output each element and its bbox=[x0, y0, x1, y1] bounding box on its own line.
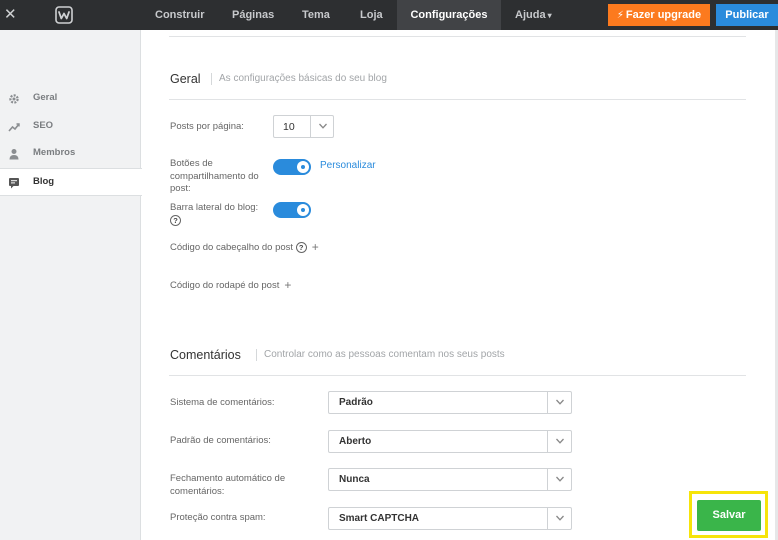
sidebar-item-label: SEO bbox=[33, 120, 54, 131]
section-title-comentarios: Comentários bbox=[170, 348, 241, 362]
sidebar-item-label: Geral bbox=[33, 92, 58, 103]
caret-down-icon: ▾ bbox=[547, 11, 552, 20]
section-description-geral: As configurações básicas do seu blog bbox=[211, 73, 387, 85]
divider bbox=[169, 36, 746, 37]
spam-protection-label: Proteção contra spam: bbox=[170, 512, 266, 523]
nav-tema[interactable]: Tema bbox=[302, 0, 330, 30]
toggle-knob bbox=[297, 204, 309, 216]
posts-per-page-value: 10 bbox=[283, 121, 295, 133]
customize-link[interactable]: Personalizar bbox=[320, 160, 376, 171]
chevron-down-icon bbox=[556, 399, 564, 405]
comment-system-select[interactable]: Padrão bbox=[328, 391, 572, 414]
post-header-code-label: Código do cabeçalho do post bbox=[170, 241, 294, 253]
divider bbox=[169, 375, 746, 376]
chevron-down-icon bbox=[556, 438, 564, 444]
save-button[interactable]: Salvar bbox=[697, 500, 761, 531]
upgrade-button[interactable]: ⚡ Fazer upgrade bbox=[608, 4, 710, 26]
auto-close-label: Fechamento automático de comentários: bbox=[170, 473, 286, 497]
settings-sidebar: Geral SEO Membros Blog bbox=[0, 30, 142, 540]
comment-system-value: Padrão bbox=[339, 397, 373, 408]
publish-button[interactable]: Publicar bbox=[716, 4, 778, 26]
spam-protection-value: Smart CAPTCHA bbox=[339, 513, 420, 524]
lightning-icon: ⚡ bbox=[616, 10, 624, 21]
weebly-logo-icon[interactable] bbox=[55, 6, 73, 24]
close-icon[interactable]: ✕ bbox=[4, 6, 17, 22]
post-footer-code-row[interactable]: Código do rodapé do post + bbox=[170, 279, 291, 292]
sidebar-item-seo[interactable]: SEO bbox=[0, 114, 141, 140]
sidebar-item-label: Blog bbox=[33, 176, 55, 187]
posts-per-page-label: Posts por página: bbox=[170, 121, 244, 132]
posts-per-page-select[interactable]: 10 bbox=[273, 115, 334, 138]
sidebar-item-label: Membros bbox=[33, 147, 76, 158]
post-header-code-row[interactable]: Código do cabeçalho do post ? + bbox=[170, 241, 319, 254]
sidebar-item-blog[interactable]: Blog bbox=[0, 168, 142, 196]
blog-sidebar-toggle[interactable] bbox=[273, 202, 311, 218]
auto-close-select[interactable]: Nunca bbox=[328, 468, 572, 491]
trend-icon bbox=[8, 123, 20, 132]
dropdown-arrow bbox=[547, 469, 571, 490]
chevron-down-icon bbox=[556, 515, 564, 521]
spam-protection-select[interactable]: Smart CAPTCHA bbox=[328, 507, 572, 530]
help-icon[interactable]: ? bbox=[295, 241, 307, 253]
nav-ajuda-label: Ajuda bbox=[515, 9, 546, 21]
blog-sidebar-label: Barra lateral do blog:? bbox=[170, 202, 258, 227]
dropdown-arrow bbox=[310, 116, 334, 137]
nav-loja[interactable]: Loja bbox=[360, 0, 383, 30]
section-title-geral: Geral bbox=[170, 72, 201, 86]
share-buttons-label: Botões de compartilhamento do post: bbox=[170, 158, 259, 194]
comment-default-select[interactable]: Aberto bbox=[328, 430, 572, 453]
nav-construir[interactable]: Construir bbox=[155, 0, 205, 30]
top-bar: ✕ Construir Páginas Tema Loja Configuraç… bbox=[0, 0, 778, 30]
nav-ajuda[interactable]: Ajuda ▾ bbox=[515, 0, 552, 30]
chevron-down-icon bbox=[556, 476, 564, 482]
comment-default-label: Padrão de comentários: bbox=[170, 435, 271, 446]
section-description-comentarios: Controlar como as pessoas comentam nos s… bbox=[256, 349, 505, 361]
chevron-down-icon bbox=[319, 123, 327, 129]
share-buttons-toggle[interactable] bbox=[273, 159, 311, 175]
divider bbox=[169, 99, 746, 100]
sidebar-item-membros[interactable]: Membros bbox=[0, 141, 141, 167]
comment-system-label: Sistema de comentários: bbox=[170, 397, 275, 408]
post-footer-code-label: Código do rodapé do post bbox=[170, 279, 280, 291]
nav-paginas[interactable]: Páginas bbox=[232, 0, 274, 30]
help-icon[interactable]: ? bbox=[170, 214, 181, 226]
dropdown-arrow bbox=[547, 392, 571, 413]
blog-icon bbox=[9, 178, 19, 189]
gear-icon bbox=[9, 94, 19, 104]
nav-configuracoes[interactable]: Configurações bbox=[397, 0, 501, 30]
dropdown-arrow bbox=[547, 508, 571, 529]
comment-default-value: Aberto bbox=[339, 436, 372, 447]
toggle-knob bbox=[297, 161, 309, 173]
person-icon bbox=[9, 149, 19, 160]
upgrade-label: Fazer upgrade bbox=[625, 9, 702, 21]
sidebar-item-geral[interactable]: Geral bbox=[0, 86, 141, 112]
add-header-code-icon[interactable]: + bbox=[312, 240, 319, 254]
auto-close-value: Nunca bbox=[339, 474, 370, 485]
dropdown-arrow bbox=[547, 431, 571, 452]
add-footer-code-icon[interactable]: + bbox=[284, 278, 291, 292]
blog-sidebar-label-text: Barra lateral do blog: bbox=[170, 202, 259, 213]
